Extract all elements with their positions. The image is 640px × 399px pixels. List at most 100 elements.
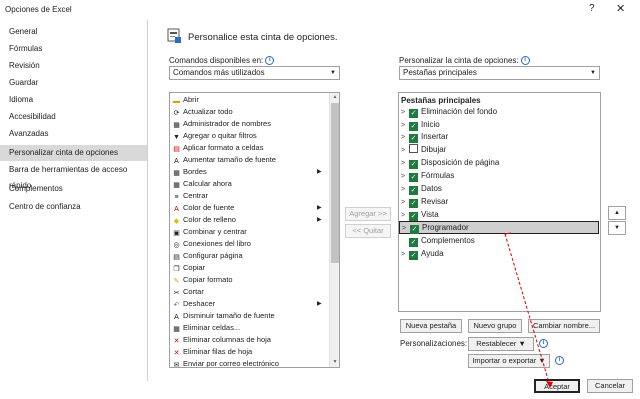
info-icon[interactable]: i [520, 56, 530, 66]
expand-icon[interactable]: > [401, 197, 409, 209]
checkbox[interactable]: ✓ [409, 199, 418, 208]
tree-item[interactable]: > ✓ Inicio [401, 119, 440, 131]
list-item[interactable]: ≡ Centrar [172, 190, 208, 201]
cancel-button[interactable]: Cancelar [587, 379, 633, 393]
nav-item-quick-access-toolbar[interactable]: Barra de herramientas de acceso rápido [0, 162, 147, 190]
commands-list[interactable]: ▬ Abrir ⟳ Actualizar todo ▦ Administrador d… [169, 92, 340, 368]
nav-item-advanced[interactable]: Avanzadas [0, 126, 147, 142]
nav-item-formulas[interactable]: Fórmulas [0, 41, 147, 57]
new-group-button[interactable]: Nuevo grupo [468, 319, 522, 333]
list-item[interactable]: ✉ Enviar por correo electrónico [172, 358, 279, 368]
nav-item-add-ins[interactable]: Complementos [0, 181, 147, 197]
list-item[interactable]: A Disminuir tamaño de fuente [172, 310, 275, 321]
commands-source-select[interactable]: Comandos más utilizados ▼ [169, 66, 340, 80]
list-item[interactable]: ✎ Copiar formato [172, 274, 233, 285]
checkbox[interactable]: ✓ [409, 251, 418, 260]
checkbox[interactable]: ✓ [409, 109, 418, 118]
list-item[interactable]: ▦ Eliminar celdas... [172, 322, 240, 333]
list-item[interactable]: ◆ Color de relleno [172, 214, 236, 225]
expand-icon[interactable]: > [401, 145, 409, 157]
info-icon[interactable]: i [555, 356, 564, 365]
list-item[interactable]: ✕ Eliminar columnas de hoja [172, 334, 271, 345]
email-icon: ✉ [173, 362, 180, 368]
scroll-down-icon[interactable]: ▼ [330, 358, 339, 367]
list-item[interactable]: ↶ Deshacer [172, 298, 216, 309]
tree-item[interactable]: > ✓ Fórmulas [401, 170, 454, 182]
checkbox[interactable]: ✓ [409, 173, 418, 182]
checkbox[interactable] [409, 144, 418, 153]
tree-item-selected[interactable]: > ✓ Programador [399, 221, 599, 234]
expand-icon[interactable]: > [401, 184, 409, 196]
nav-item-trust-center[interactable]: Centro de confianza [0, 199, 147, 215]
list-item[interactable]: ▤ Aplicar formato a celdas [172, 142, 263, 153]
import-export-button[interactable]: Importar o exportar ▼ [468, 354, 550, 368]
ok-button[interactable]: Aceptar [534, 379, 580, 393]
move-up-button[interactable]: ▲ [608, 206, 626, 220]
expand-icon[interactable]: > [401, 158, 409, 170]
list-item[interactable]: ▦ Administrador de nombres [172, 118, 271, 129]
tree-item[interactable]: > ✓ Eliminación del fondo [401, 106, 497, 118]
command-label: Eliminar filas de hoja [183, 347, 253, 356]
command-label: Eliminar celdas... [183, 323, 241, 332]
tree-item[interactable]: > Dibujar [401, 144, 446, 156]
reset-button[interactable]: Restablecer ▼ [468, 337, 534, 351]
checkbox[interactable]: ✓ [410, 225, 419, 234]
expand-icon[interactable]: > [402, 223, 410, 235]
nav-item-general[interactable]: General [0, 24, 147, 40]
list-item[interactable]: ⟳ Actualizar todo [172, 106, 233, 117]
tree-item[interactable]: > ✓ Vista [401, 209, 439, 221]
list-item[interactable]: ◎ Conexiones del libro [172, 238, 251, 249]
move-down-button[interactable]: ▼ [608, 221, 626, 235]
command-label: Aumentar tamaño de fuente [183, 155, 276, 164]
list-item[interactable]: ✂ Cortar [172, 286, 204, 297]
command-label: Bordes [183, 167, 207, 176]
scroll-up-icon[interactable]: ▲ [330, 93, 339, 102]
checkbox[interactable]: ✓ [409, 186, 418, 195]
ribbon-tabs-select[interactable]: Pestañas principales ▼ [399, 66, 600, 80]
nav-item-customize-ribbon[interactable]: Personalizar cinta de opciones [0, 145, 147, 161]
expand-icon[interactable]: > [401, 171, 409, 183]
checkbox[interactable]: ✓ [409, 122, 418, 131]
command-label: Conexiones del libro [183, 239, 251, 248]
tree-item[interactable]: > ✓ Datos [401, 183, 442, 195]
checkbox[interactable]: ✓ [409, 238, 418, 247]
list-item[interactable]: ▼ Agregar o quitar filtros [172, 130, 257, 141]
tab-label: Vista [421, 210, 439, 219]
rename-button[interactable]: Cambiar nombre... [528, 319, 600, 333]
info-icon[interactable]: i [265, 56, 275, 66]
list-item[interactable]: ✕ Eliminar filas de hoja [172, 346, 253, 357]
tree-item[interactable]: > ✓ Insertar [401, 131, 448, 143]
checkbox[interactable]: ✓ [409, 212, 418, 221]
nav-item-accessibility[interactable]: Accesibilidad [0, 109, 147, 125]
tree-item[interactable]: > ✓ Disposición de página [401, 157, 499, 169]
list-item[interactable]: A Aumentar tamaño de fuente [172, 154, 276, 165]
close-icon[interactable]: ✕ [616, 2, 625, 15]
list-item[interactable]: ▤ Configurar página [172, 250, 242, 261]
list-item[interactable]: ❐ Copiar [172, 262, 205, 273]
page-setup-icon: ▤ [173, 254, 180, 261]
expand-icon[interactable]: > [401, 107, 409, 119]
commands-scrollbar[interactable]: ▲ ▼ [329, 93, 339, 367]
tree-item[interactable]: > ✓ Revisar [401, 196, 448, 208]
customize-ribbon-icon [167, 28, 181, 43]
tree-item[interactable]: ✓ Complementos [401, 235, 475, 247]
tree-item[interactable]: > ✓ Ayuda [401, 248, 444, 260]
remove-button[interactable]: << Quitar [345, 224, 391, 238]
list-item[interactable]: ▣ Combinar y centrar [172, 226, 247, 237]
nav-item-save[interactable]: Guardar [0, 75, 147, 91]
list-item[interactable]: A Color de fuente [172, 202, 234, 213]
add-button[interactable]: Agregar >> [345, 207, 391, 221]
nav-item-proofing[interactable]: Revisión [0, 58, 147, 74]
expand-icon[interactable]: > [401, 249, 409, 261]
scroll-thumb[interactable] [331, 103, 339, 263]
new-tab-button[interactable]: Nueva pestaña [400, 319, 462, 333]
help-icon[interactable]: ? [589, 3, 595, 14]
checkbox[interactable]: ✓ [409, 160, 418, 169]
checkbox[interactable]: ✓ [409, 134, 418, 143]
nav-item-language[interactable]: Idioma [0, 92, 147, 108]
list-item[interactable]: ▬ Abrir [172, 94, 199, 105]
list-item[interactable]: ▦ Calcular ahora [172, 178, 232, 189]
list-item[interactable]: ▦ Bordes [172, 166, 207, 177]
expand-icon[interactable]: > [401, 132, 409, 144]
info-icon[interactable]: i [539, 339, 548, 348]
